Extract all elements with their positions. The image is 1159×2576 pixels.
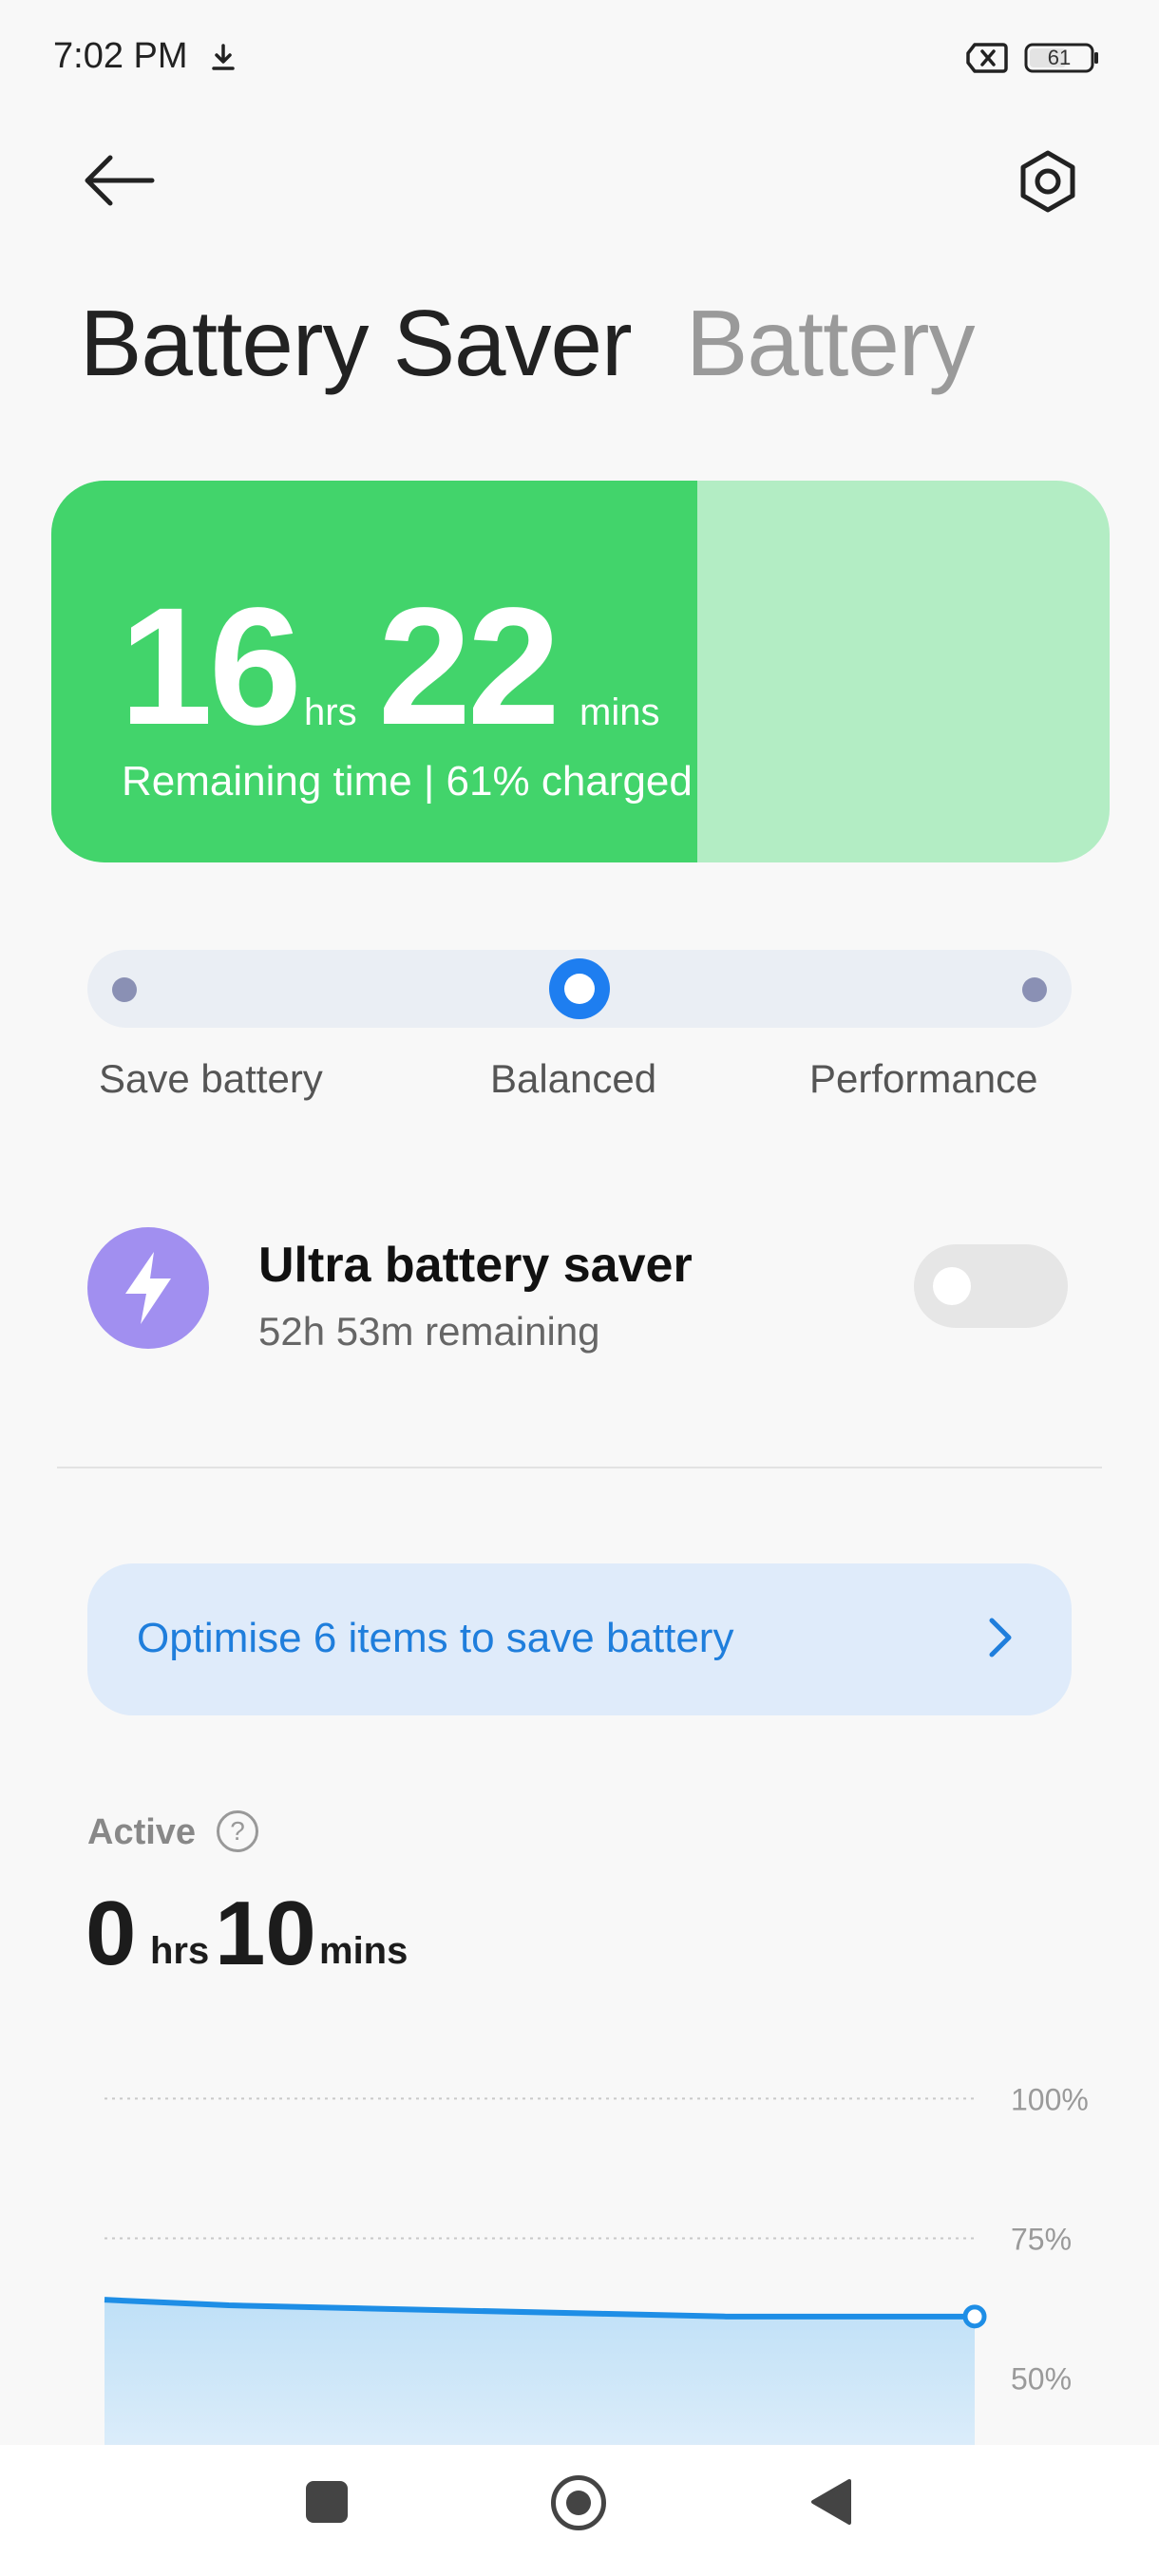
chart-y-tick-label: 50%: [1011, 2362, 1072, 2396]
active-minutes-unit: mins: [319, 1930, 408, 1972]
no-sim-icon: [966, 43, 1008, 73]
lightning-icon: [87, 1227, 209, 1349]
remaining-hours-unit: hrs: [304, 691, 357, 733]
active-label: Active: [87, 1812, 197, 1852]
mode-stop-save-battery[interactable]: [112, 977, 137, 1002]
remaining-minutes: 22: [378, 574, 560, 760]
help-icon[interactable]: ?: [217, 1810, 258, 1852]
ultra-saver-title: Ultra battery saver: [258, 1238, 693, 1293]
chart-current-point: [962, 2304, 987, 2329]
power-mode-slider[interactable]: [87, 950, 1072, 1028]
ultra-saver-toggle[interactable]: [914, 1244, 1068, 1328]
ultra-saver-subtitle: 52h 53m remaining: [258, 1309, 600, 1354]
chart-y-tick-label: 75%: [1011, 2222, 1072, 2256]
chevron-right-icon: [989, 1618, 1012, 1657]
battery-level-chart: 100% 75% 50%: [104, 2082, 1089, 2451]
triangle-back-icon[interactable]: [809, 2477, 853, 2527]
mode-stop-performance[interactable]: [1022, 977, 1047, 1002]
system-nav-bar: [0, 2445, 1159, 2576]
active-minutes: 10: [215, 1883, 316, 1984]
optimise-button[interactable]: Optimise 6 items to save battery: [87, 1563, 1072, 1715]
tab-battery-saver[interactable]: Battery Saver: [80, 290, 633, 397]
battery-remaining-card: 16 hrs 22 mins Remaining time | 61% char…: [51, 481, 1110, 862]
remaining-minutes-unit: mins: [580, 691, 660, 733]
chart-y-tick-label: 100%: [1011, 2082, 1089, 2116]
square-icon[interactable]: [306, 2481, 348, 2523]
active-hours: 0: [86, 1883, 137, 1984]
status-time: 7:02 PM: [53, 36, 188, 76]
arrow-left-icon[interactable]: [82, 152, 158, 209]
home-circle-icon[interactable]: [551, 2475, 606, 2530]
mode-knob-balanced[interactable]: [549, 958, 610, 1019]
remaining-hours: 16: [120, 574, 302, 760]
download-icon: [212, 44, 235, 70]
mode-label-balanced[interactable]: Balanced: [490, 1056, 656, 1102]
optimise-label: Optimise 6 items to save battery: [137, 1615, 734, 1661]
active-hours-unit: hrs: [150, 1930, 210, 1972]
tab-battery[interactable]: Battery: [686, 290, 975, 397]
gear-icon[interactable]: [1015, 148, 1081, 215]
battery-saver-screen: 7:02 PM 61 Battery Saver Battery 16 hrs …: [0, 0, 1159, 2576]
mode-label-performance[interactable]: Performance: [809, 1056, 1037, 1102]
chart-area: [104, 2300, 975, 2451]
mode-label-save-battery[interactable]: Save battery: [99, 1056, 323, 1102]
section-divider: [57, 1467, 1102, 1468]
battery-level-text: 61: [1047, 46, 1072, 69]
remaining-subtitle: Remaining time | 61% charged: [122, 758, 693, 805]
